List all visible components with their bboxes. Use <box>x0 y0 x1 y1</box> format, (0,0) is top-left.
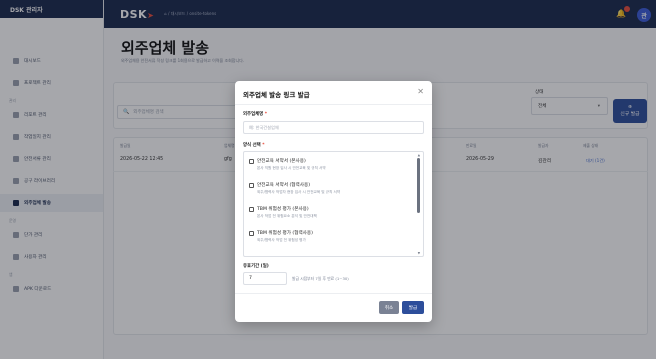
forms-field-label: 양식 선택 * <box>243 142 265 148</box>
form-option-desc: 외주/협력사 작업자 현장 입사 시 안전교육 및 규칙 서약 <box>257 190 341 194</box>
checkbox[interactable] <box>249 158 254 164</box>
period-hint: 발급 시점부터 7일 후 만료 (1~30) <box>292 276 349 281</box>
form-option[interactable]: TBM 위험성 평가 (협력사용) 외주/협력사 작업 전 위험성 평가 <box>249 230 313 243</box>
scrollbar-thumb[interactable] <box>417 158 420 213</box>
issue-button[interactable]: 발급 <box>402 301 424 314</box>
validity-days-input[interactable]: 7 <box>243 272 287 285</box>
period-field-label: 유효기간 (일) <box>243 264 269 269</box>
form-option[interactable]: 안전교육 서약서 (본사용) 본사 직원 현장 입사 시 안전교육 및 규칙 서… <box>249 158 326 171</box>
checkbox[interactable] <box>249 182 254 188</box>
form-option-desc: 외주/협력사 작업 전 위험성 평가 <box>257 238 306 242</box>
company-placeholder: 예: 한국건설업체 <box>249 124 279 130</box>
modal-divider <box>235 293 432 294</box>
close-icon[interactable]: ✕ <box>417 87 424 97</box>
form-option-name: TBM 위험성 평가 (협력사용) <box>257 231 313 236</box>
forms-label-text: 양식 선택 <box>243 143 261 148</box>
form-option-desc: 본사 작업 전 위험요소 분석 및 안전대책 <box>257 214 317 218</box>
issue-link-modal: 외주업체 발송 링크 발급 ✕ 외주업체명 * 예: 한국건설업체 양식 선택 … <box>235 81 432 322</box>
company-name-input[interactable]: 예: 한국건설업체 <box>243 121 424 134</box>
modal-title: 외주업체 발송 링크 발급 <box>243 91 310 99</box>
form-option[interactable]: 안전교육 서약서 (협력사용) 외주/협력사 작업자 현장 입사 시 안전교육 … <box>249 182 340 195</box>
form-option-name: 안전교육 서약서 (협력사용) <box>257 183 310 188</box>
scroll-down-icon[interactable]: ▼ <box>418 251 420 255</box>
required-mark: * <box>264 112 268 117</box>
form-select-list[interactable]: 안전교육 서약서 (본사용) 본사 직원 현장 입사 시 안전교육 및 규칙 서… <box>243 151 424 257</box>
form-option-name: 안전교육 서약서 (본사용) <box>257 159 306 164</box>
checkbox[interactable] <box>249 230 254 236</box>
validity-days-value: 7 <box>249 276 252 281</box>
form-option-desc: 본사 직원 현장 입사 시 안전교육 및 규칙 서약 <box>257 166 326 170</box>
cancel-button[interactable]: 취소 <box>379 301 399 314</box>
scroll-up-icon[interactable]: ▲ <box>418 153 420 157</box>
form-option-name: TBM 위험성 평가 (본사용) <box>257 207 309 212</box>
company-field-label: 외주업체명 * <box>243 111 267 117</box>
checkbox[interactable] <box>249 206 254 212</box>
form-option[interactable]: TBM 위험성 평가 (본사용) 본사 작업 전 위험요소 분석 및 안전대책 <box>249 206 317 219</box>
company-label-text: 외주업체명 <box>243 112 264 117</box>
required-mark: * <box>262 143 265 148</box>
modal-divider <box>235 104 432 105</box>
